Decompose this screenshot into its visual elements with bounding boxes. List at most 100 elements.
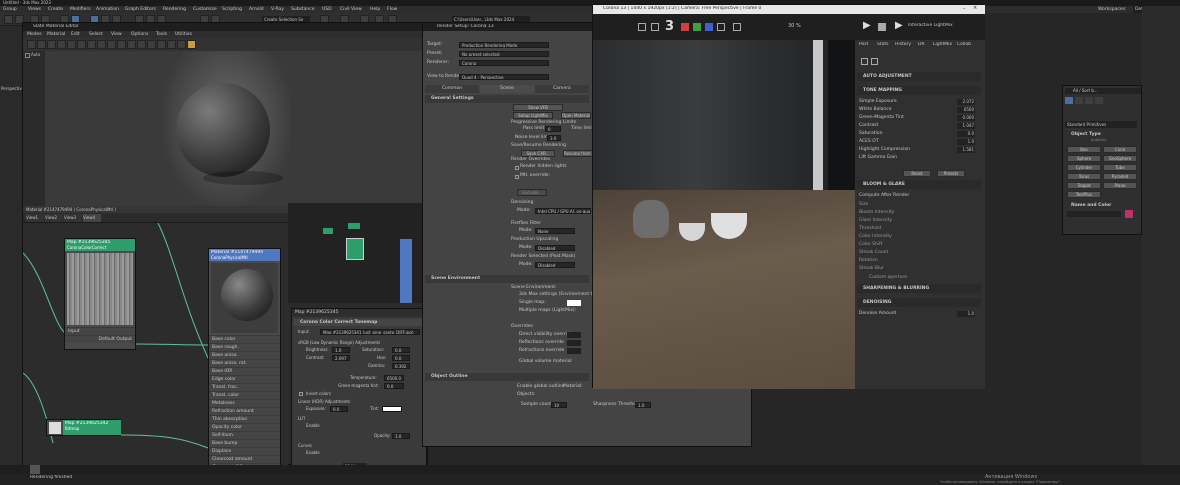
tab-dr[interactable]: DR	[918, 42, 925, 47]
tab-lightmix[interactable]: LightMix	[933, 42, 952, 47]
red-channel-icon[interactable]	[681, 23, 689, 31]
plane-button[interactable]: Plane	[1103, 182, 1137, 189]
port-self-illum[interactable]: Self-illum.	[209, 431, 280, 439]
menu-modifiers[interactable]: Modifiers	[70, 6, 91, 13]
hand-icon[interactable]	[137, 40, 146, 49]
pass-limit-spinner[interactable]: 0	[545, 126, 561, 132]
sphere-button[interactable]: Sphere	[1067, 155, 1101, 162]
node-input-port[interactable]: Input	[65, 327, 135, 335]
port-thin-absorption[interactable]: Thin absorption	[209, 415, 280, 423]
search-field[interactable]: All / Sort b...	[1065, 88, 1141, 94]
max-settings-radio[interactable]: 3ds Max settings (Environment tab)	[519, 291, 600, 299]
curves-enable-label[interactable]: Enable	[306, 450, 320, 455]
close-icon[interactable]: ×	[973, 5, 977, 11]
tone-mapping-section[interactable]: TONE MAPPING	[857, 86, 981, 95]
lift-gamma-gain-row[interactable]: Lift Gamma Gain	[859, 154, 981, 161]
create-tab-icon[interactable]	[1065, 97, 1073, 104]
parameter-editor-icon[interactable]	[117, 40, 126, 49]
saturation-value[interactable]: 0.0	[957, 131, 975, 137]
teapot-button[interactable]: Teapot	[1067, 182, 1101, 189]
view-to-render-dropdown[interactable]: Quad 4 - Perspective	[459, 74, 549, 80]
menu-substance[interactable]: Substance	[291, 6, 315, 13]
node-physical-material-header[interactable]: Material #2147479494 CoronaPhysicalMtl	[209, 249, 280, 261]
bloom-glare-section[interactable]: BLOOM & GLARE	[857, 180, 981, 189]
paint-icon[interactable]	[187, 40, 196, 49]
box-button[interactable]: Box	[1067, 146, 1101, 153]
pick-material-icon[interactable]	[27, 40, 36, 49]
stop-icon[interactable]	[878, 23, 886, 31]
lut-opacity-spinner[interactable]: 1.0	[392, 433, 410, 439]
tab-view3[interactable]: View3	[64, 214, 82, 222]
target-dropdown[interactable]: Production Rendering Mode	[459, 42, 549, 48]
port-transl-frac[interactable]: Transl. frac.	[209, 383, 280, 391]
layout-children-icon[interactable]	[97, 40, 106, 49]
sme-menu-view[interactable]: View	[111, 31, 122, 38]
minimize-icon[interactable]: –	[963, 6, 966, 12]
object-name-field[interactable]	[1067, 211, 1121, 217]
aces-ot-value[interactable]: 1.0	[957, 139, 975, 145]
renderer-dropdown[interactable]: Corona	[459, 60, 549, 66]
show-map-icon[interactable]	[77, 40, 86, 49]
gamma-spinner[interactable]: 0.392	[392, 363, 410, 369]
port-clearcoat-amount[interactable]: Clearcoat amount	[209, 455, 280, 463]
single-map-radio[interactable]: Single map:	[519, 299, 546, 307]
open-material-button[interactable]: Open Material	[561, 112, 591, 119]
menu-animation[interactable]: Animation	[96, 6, 119, 13]
input-map-button[interactable]: Map #2139625341 (ust_pine_santo_DIFF.jpg…	[320, 329, 420, 335]
setup-lightmix-button[interactable]: Setup LightMix	[513, 112, 553, 119]
direct-visibility-swatch[interactable]	[567, 332, 581, 338]
sme-menu-modes[interactable]: Modes	[27, 31, 42, 38]
custom-aperture-label[interactable]: Custom aperture	[869, 274, 991, 281]
green-channel-icon[interactable]	[693, 23, 701, 31]
global-volume-checkbox[interactable]: Global volume material	[519, 358, 572, 366]
exposure-spinner[interactable]: 0.0	[330, 406, 348, 412]
torus-button[interactable]: Torus	[1067, 173, 1101, 180]
primitives-dropdown[interactable]: Standard Primitives	[1065, 121, 1137, 128]
sme-menu-select[interactable]: Select	[89, 31, 103, 38]
upscaling-mode-dropdown[interactable]: Disabled	[535, 245, 575, 251]
move-children-icon[interactable]	[67, 40, 76, 49]
fireflies-mode-dropdown[interactable]: None	[535, 228, 575, 234]
tab-common[interactable]: Common	[425, 85, 479, 93]
params-section-title[interactable]: Corona Color Correct Tonemap	[294, 319, 424, 326]
node-graph-view[interactable]: Map #2139625345 CoronaColorCorrect Input…	[23, 223, 288, 471]
sme-menu-options[interactable]: Options	[131, 31, 148, 38]
tint-color-swatch[interactable]	[382, 406, 402, 412]
blue-channel-icon[interactable]	[705, 23, 713, 31]
general-settings-section[interactable]: General Settings	[425, 95, 589, 103]
direct-visibility-checkbox[interactable]: Direct visibility override	[519, 331, 573, 339]
white-balance-value[interactable]: 6500	[957, 107, 975, 113]
mtl-override-checkbox[interactable]	[515, 175, 519, 179]
node-color-correct-header[interactable]: Map #2139625345 CoronaColorCorrect	[65, 239, 135, 251]
menu-arnold[interactable]: Arnold	[249, 6, 264, 13]
material-map-browser-icon[interactable]	[107, 40, 116, 49]
time-slider[interactable]	[30, 465, 40, 474]
menu-help[interactable]: Help	[370, 6, 380, 13]
interactive-render-icon[interactable]: ▶	[895, 20, 903, 31]
noise-limit-spinner[interactable]: 3.0	[547, 135, 561, 141]
object-color-swatch[interactable]	[1125, 210, 1133, 218]
autogrid-label[interactable]: AutoGrid	[1091, 138, 1106, 142]
node-bitmap[interactable]: Map #2139625342 Bitmap	[46, 419, 121, 436]
auto-adjustment-section[interactable]: AUTO ADJUSTMENT	[857, 72, 981, 81]
menu-scripting[interactable]: Scripting	[222, 6, 242, 13]
menu-flow[interactable]: Flow	[387, 6, 397, 13]
interactive-lightmix-label[interactable]: Interactive LightMix	[908, 23, 953, 28]
zoom-region-icon[interactable]	[157, 40, 166, 49]
port-opacity-color[interactable]: Opacity color	[209, 423, 280, 431]
tab-post[interactable]: Post	[859, 42, 868, 47]
refractions-checkbox[interactable]: Refractions override	[519, 347, 564, 355]
port-displace[interactable]: Displace	[209, 447, 280, 455]
motion-tab-icon[interactable]	[1095, 97, 1103, 104]
zoom-selected-icon[interactable]	[177, 40, 186, 49]
preset-dropdown[interactable]: No preset selected	[459, 51, 549, 57]
layout-icon[interactable]	[87, 40, 96, 49]
zoom-extents-icon[interactable]	[167, 40, 176, 49]
temperature-spinner[interactable]: 6500.0	[384, 375, 404, 381]
port-base-ior[interactable]: Base IOR	[209, 367, 280, 375]
menu-graph-editors[interactable]: Graph Editors	[125, 6, 156, 13]
highlight-compression-value[interactable]: 1.581	[957, 147, 975, 153]
alpha-channel-icon[interactable]	[717, 23, 725, 31]
node-bitmap-header[interactable]: Map #2139625342 Bitmap	[63, 420, 121, 435]
name-color-section[interactable]: Name and Color	[1065, 202, 1137, 209]
